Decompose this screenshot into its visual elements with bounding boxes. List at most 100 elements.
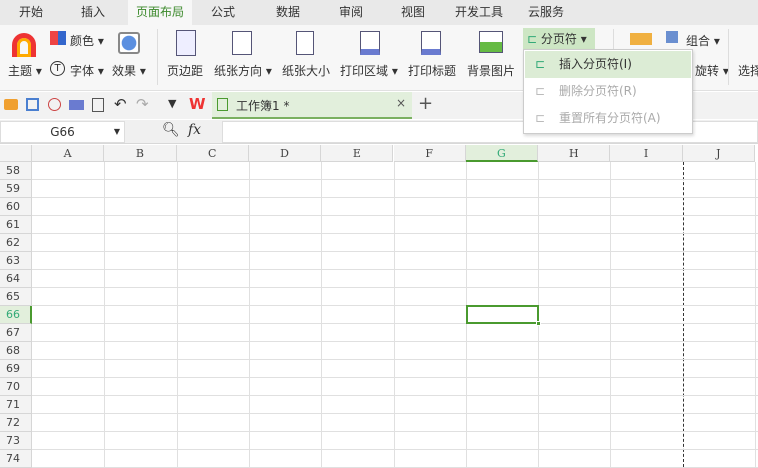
tab-8[interactable]: 云服务 (514, 0, 578, 25)
save-icon[interactable] (26, 98, 39, 111)
row-header[interactable]: 74 (0, 450, 32, 468)
column-header[interactable]: I (610, 145, 683, 162)
menu-item-2[interactable]: ⊏ 重置所有分页符(A) (525, 105, 691, 132)
tab-4[interactable]: 数据 (256, 0, 320, 25)
print-titles-button[interactable]: 打印标题 (408, 62, 456, 79)
open-icon[interactable] (4, 99, 18, 110)
size-icon (296, 31, 314, 55)
grid-line (32, 323, 758, 324)
name-box-dropdown-icon[interactable]: ▼ (114, 122, 120, 142)
row-header[interactable]: 61 (0, 216, 32, 234)
size-button[interactable]: 纸张大小 (282, 62, 330, 79)
theme-icon (12, 33, 36, 57)
page-break-dropdown-menu: ⊏ 插入分页符(I) ⊏ 删除分页符(R) ⊏ 重置所有分页符(A) (523, 49, 693, 134)
orientation-button[interactable]: 纸张方向 ▾ (214, 62, 272, 79)
font-button[interactable]: 字体 ▾ (70, 62, 104, 79)
row-header[interactable]: 63 (0, 252, 32, 270)
grid-line (32, 305, 758, 306)
grid-line (32, 215, 758, 216)
grid-line (32, 413, 758, 414)
margins-button[interactable]: 页边距 (167, 62, 203, 79)
row-header[interactable]: 72 (0, 414, 32, 432)
column-header[interactable]: C (176, 145, 249, 162)
select-all-corner[interactable] (0, 145, 32, 162)
spreadsheet-grid[interactable]: A B C D E F G H I J 58 59 60 61 62 63 64 65 66 67 68 69 70 71 72… (0, 145, 758, 468)
new-tab-button[interactable]: + (418, 93, 433, 114)
row-header[interactable]: 60 (0, 198, 32, 216)
grid-line (610, 162, 612, 467)
name-box[interactable]: G66 ▼ (0, 121, 125, 143)
color-icon (50, 31, 66, 45)
document-icon (217, 98, 228, 111)
fill-handle[interactable] (536, 321, 542, 326)
tab-7[interactable]: 开发工具 (444, 0, 514, 25)
grid-line (32, 395, 758, 396)
column-header[interactable]: F (393, 145, 466, 162)
column-header[interactable]: B (104, 145, 177, 162)
column-header[interactable]: G (465, 145, 539, 162)
background-image-button[interactable]: 背景图片 (467, 62, 515, 79)
column-header[interactable]: J (682, 145, 755, 162)
grid-line (32, 269, 758, 270)
row-header[interactable]: 71 (0, 396, 32, 414)
row-header[interactable]: 58 (0, 162, 32, 180)
zoom-function-icon[interactable]: 🔍︎ (162, 122, 180, 138)
doc-tab-close-button[interactable]: × (396, 96, 406, 110)
row-header[interactable]: 59 (0, 180, 32, 198)
row-header[interactable]: 69 (0, 360, 32, 378)
print-icon[interactable] (69, 100, 84, 110)
theme-button[interactable]: 主题 ▾ (8, 62, 42, 79)
rotate-button[interactable]: 旋转 ▾ (695, 62, 729, 79)
tab-0[interactable]: 开始 (0, 0, 62, 25)
column-header[interactable]: D (248, 145, 322, 162)
doc-tab[interactable]: 工作簿1 * × (212, 92, 412, 119)
color-button[interactable]: 颜色 ▾ (70, 32, 104, 49)
tab-3[interactable]: 公式 (192, 0, 254, 25)
group-button[interactable]: 组合 ▾ (686, 32, 720, 49)
select-button[interactable]: 选择 (738, 62, 758, 79)
page-break-item-icon: ⊏ (535, 111, 546, 125)
row-header[interactable]: 65 (0, 288, 32, 306)
export-pdf-icon[interactable] (48, 98, 61, 111)
effect-button[interactable]: 效果 ▾ (112, 62, 146, 79)
grid-line (32, 251, 758, 252)
row-header[interactable]: 62 (0, 234, 32, 252)
orientation-icon (232, 31, 252, 55)
grid-line (32, 233, 758, 234)
grid-line (32, 341, 758, 342)
menu-item-0[interactable]: ⊏ 插入分页符(I) (525, 51, 691, 78)
grid-line (393, 162, 395, 467)
selected-cell[interactable] (465, 305, 542, 326)
print-preview-icon[interactable] (92, 98, 104, 112)
tab-6[interactable]: 视图 (382, 0, 444, 25)
menu-item-label: 删除分页符(R) (559, 84, 637, 98)
tab-2[interactable]: 页面布局 (128, 0, 192, 25)
grid-line (176, 162, 178, 467)
row-header[interactable]: 64 (0, 270, 32, 288)
column-header[interactable]: A (32, 145, 105, 162)
redo-icon[interactable]: ↷ (136, 95, 149, 113)
print-area-icon (360, 31, 380, 55)
grid-line (32, 431, 758, 432)
align-icon (630, 33, 652, 45)
customize-dropdown-icon[interactable]: ▼ (168, 97, 176, 110)
row-header[interactable]: 73 (0, 432, 32, 450)
page-break-item-icon: ⊏ (535, 57, 546, 71)
column-header[interactable]: E (321, 145, 394, 162)
row-header[interactable]: 70 (0, 378, 32, 396)
row-header[interactable]: 68 (0, 342, 32, 360)
tab-1[interactable]: 插入 (62, 0, 124, 25)
grid-line (32, 179, 758, 180)
page-break-button[interactable]: ⊏ 分页符 ▾ (523, 28, 595, 50)
print-area-button[interactable]: 打印区域 ▾ (340, 62, 398, 79)
tab-5[interactable]: 审阅 (320, 0, 382, 25)
grid-line (32, 359, 758, 360)
insert-function-button[interactable]: fx (188, 122, 201, 138)
row-header[interactable]: 66 (0, 306, 32, 324)
row-header[interactable]: 67 (0, 324, 32, 342)
column-header[interactable]: H (538, 145, 611, 162)
page-break-icon: ⊏ (527, 32, 538, 46)
menu-item-1[interactable]: ⊏ 删除分页符(R) (525, 78, 691, 105)
print-titles-icon (421, 31, 441, 55)
undo-icon[interactable]: ↶ (114, 95, 127, 113)
